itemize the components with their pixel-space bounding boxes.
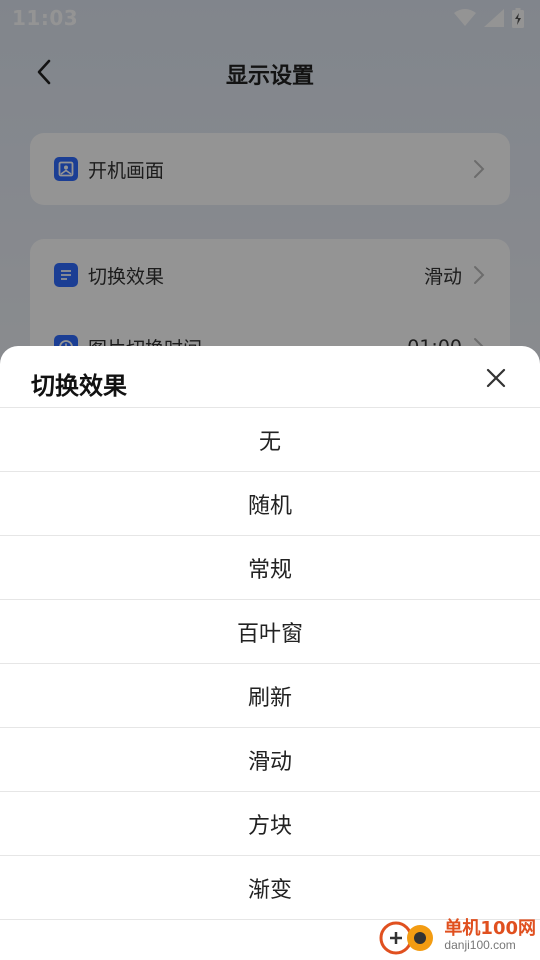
sheet-title: 切换效果 xyxy=(31,372,127,400)
option-none[interactable]: 无 xyxy=(0,408,540,472)
option-blinds[interactable]: 百叶窗 xyxy=(0,600,540,664)
watermark-url: danji100.com xyxy=(444,938,516,953)
watermark-logo-icon xyxy=(376,916,440,956)
transition-bottom-sheet: 切换效果 无 随机 常规 百叶窗 刷新 滑动 方块 渐变 xyxy=(0,346,540,960)
close-button[interactable] xyxy=(482,364,510,392)
option-list: 无 随机 常规 百叶窗 刷新 滑动 方块 渐变 xyxy=(0,408,540,920)
watermark-text: 单机100网 danji100.com xyxy=(444,918,536,953)
option-refresh[interactable]: 刷新 xyxy=(0,664,540,728)
watermark-name: 单机100网 xyxy=(444,918,536,940)
option-slide[interactable]: 滑动 xyxy=(0,728,540,792)
close-icon xyxy=(486,368,506,388)
watermark: 单机100网 danji100.com xyxy=(376,916,536,956)
option-block[interactable]: 方块 xyxy=(0,792,540,856)
sheet-header: 切换效果 xyxy=(0,346,540,408)
option-random[interactable]: 随机 xyxy=(0,472,540,536)
option-fade[interactable]: 渐变 xyxy=(0,856,540,920)
option-normal[interactable]: 常规 xyxy=(0,536,540,600)
